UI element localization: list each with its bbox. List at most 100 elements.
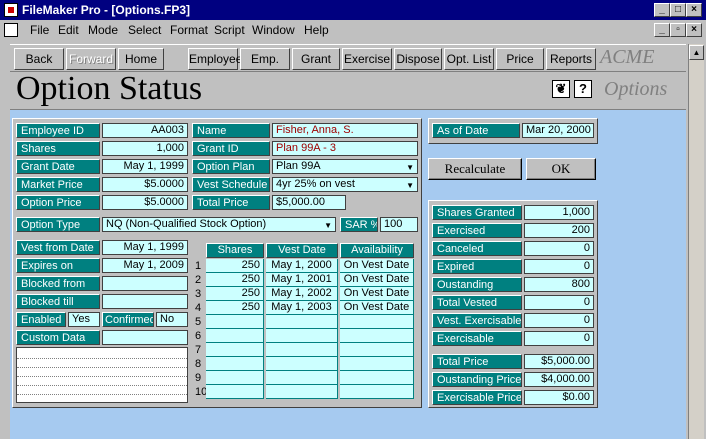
- vest-availability-cell[interactable]: On Vest Date: [340, 273, 414, 287]
- doc-close-icon[interactable]: ×: [686, 23, 702, 37]
- menu-format[interactable]: Format: [170, 20, 208, 40]
- forward-button[interactable]: Forward: [66, 48, 116, 70]
- expires-field[interactable]: May 1, 2009: [102, 258, 188, 273]
- scroll-up-icon[interactable]: ▲: [689, 45, 704, 60]
- menu-window[interactable]: Window: [252, 20, 295, 40]
- expires-label: Expires on: [16, 258, 100, 273]
- vest-shares-cell[interactable]: 250: [206, 301, 264, 315]
- sar-field[interactable]: 100: [380, 217, 418, 232]
- doc-minimize-icon[interactable]: _: [654, 23, 670, 37]
- document-icon[interactable]: [4, 23, 18, 37]
- vertical-scrollbar[interactable]: [688, 44, 704, 439]
- menu-file[interactable]: File: [30, 20, 49, 40]
- vest-date-cell[interactable]: [266, 357, 338, 371]
- employee-button[interactable]: Employee: [188, 48, 242, 70]
- vest-schedule-select[interactable]: 4yr 25% on vest: [272, 177, 418, 192]
- vest-date-cell[interactable]: May 1, 2000: [266, 259, 338, 273]
- reports-button[interactable]: Reports: [546, 48, 596, 70]
- vest-date-cell[interactable]: [266, 343, 338, 357]
- vest-shares-cell[interactable]: 250: [206, 287, 264, 301]
- vest-availability-cell[interactable]: [340, 371, 414, 385]
- price-button[interactable]: Price: [496, 48, 544, 70]
- vest-availability-cell[interactable]: [340, 329, 414, 343]
- exercise-button[interactable]: Exercise: [342, 48, 392, 70]
- menu-script[interactable]: Script: [214, 20, 245, 40]
- stat-value[interactable]: 0: [524, 295, 594, 310]
- price-value[interactable]: $4,000.00: [524, 372, 594, 387]
- home-button[interactable]: Home: [118, 48, 164, 70]
- option-type-select[interactable]: NQ (Non-Qualified Stock Option): [102, 217, 336, 232]
- vest-shares-cell[interactable]: 250: [206, 259, 264, 273]
- recalculate-button[interactable]: Recalculate: [428, 158, 522, 180]
- vest-shares-cell[interactable]: [206, 385, 264, 399]
- back-button[interactable]: Back: [14, 48, 64, 70]
- vest-date-cell[interactable]: [266, 371, 338, 385]
- stat-value[interactable]: 0: [524, 241, 594, 256]
- option-price-field[interactable]: $5.0000: [102, 195, 188, 210]
- vest-date-cell[interactable]: May 1, 2001: [266, 273, 338, 287]
- total-price-field[interactable]: $5,000.00: [272, 195, 346, 210]
- stat-value[interactable]: 0: [524, 259, 594, 274]
- maximize-icon[interactable]: □: [670, 3, 686, 17]
- vest-availability-cell[interactable]: On Vest Date: [340, 259, 414, 273]
- vest-availability-cell[interactable]: [340, 357, 414, 371]
- price-value[interactable]: $0.00: [524, 390, 594, 405]
- dispose-button[interactable]: Dispose: [394, 48, 442, 70]
- vest-shares-cell[interactable]: [206, 371, 264, 385]
- grant-button[interactable]: Grant: [292, 48, 340, 70]
- close-icon[interactable]: ×: [686, 3, 702, 17]
- vest-availability-cell[interactable]: [340, 343, 414, 357]
- menu-help[interactable]: Help: [304, 20, 329, 40]
- custom-data-field[interactable]: [102, 330, 188, 345]
- enabled-field[interactable]: Yes: [68, 312, 100, 327]
- as-of-field[interactable]: Mar 20, 2000: [522, 123, 594, 138]
- filemaker-app-icon[interactable]: [4, 3, 18, 17]
- enabled-label: Enabled: [16, 312, 66, 327]
- stat-value[interactable]: 200: [524, 223, 594, 238]
- employee-id-field[interactable]: AA003: [102, 123, 188, 138]
- book-icon[interactable]: ❦: [552, 80, 570, 98]
- menu-edit[interactable]: Edit: [58, 20, 79, 40]
- vest-shares-cell[interactable]: [206, 315, 264, 329]
- name-field[interactable]: Fisher, Anna, S.: [272, 123, 418, 138]
- stat-value[interactable]: 0: [524, 313, 594, 328]
- blocked-till-field[interactable]: [102, 294, 188, 309]
- emp-list-button[interactable]: Emp. List: [240, 48, 290, 86]
- ok-button[interactable]: OK: [526, 158, 596, 180]
- stat-value[interactable]: 1,000: [524, 205, 594, 220]
- blocked-from-field[interactable]: [102, 276, 188, 291]
- vest-shares-cell[interactable]: 250: [206, 273, 264, 287]
- vest-shares-cell[interactable]: [206, 329, 264, 343]
- option-plan-select[interactable]: Plan 99A: [272, 159, 418, 174]
- row-number: 10: [195, 386, 208, 398]
- vest-availability-cell[interactable]: On Vest Date: [340, 287, 414, 301]
- vest-date-cell[interactable]: [266, 315, 338, 329]
- opt-list-button[interactable]: Opt. List: [444, 48, 494, 70]
- vest-date-cell[interactable]: [266, 329, 338, 343]
- stat-value[interactable]: 800: [524, 277, 594, 292]
- menu-select[interactable]: Select: [128, 20, 161, 40]
- shares-field[interactable]: 1,000: [102, 141, 188, 156]
- help-icon[interactable]: ?: [574, 80, 592, 98]
- row-number: 4: [195, 302, 202, 314]
- menu-mode[interactable]: Mode: [88, 20, 118, 40]
- vest-shares-cell[interactable]: [206, 343, 264, 357]
- vest-date-cell[interactable]: May 1, 2002: [266, 287, 338, 301]
- vest-availability-cell[interactable]: [340, 315, 414, 329]
- market-price-field[interactable]: $5.0000: [102, 177, 188, 192]
- vest-date-cell[interactable]: [266, 385, 338, 399]
- grant-date-field[interactable]: May 1, 1999: [102, 159, 188, 174]
- doc-restore-icon[interactable]: ▫: [670, 23, 686, 37]
- col-vest-date-header: Vest Date: [266, 243, 338, 258]
- grant-id-field[interactable]: Plan 99A - 3: [272, 141, 418, 156]
- price-value[interactable]: $5,000.00: [524, 354, 594, 369]
- notes-area[interactable]: [16, 347, 188, 403]
- confirmed-field[interactable]: No: [156, 312, 188, 327]
- vest-from-field[interactable]: May 1, 1999: [102, 240, 188, 255]
- vest-availability-cell[interactable]: On Vest Date: [340, 301, 414, 315]
- stat-value[interactable]: 0: [524, 331, 594, 346]
- vest-shares-cell[interactable]: [206, 357, 264, 371]
- vest-availability-cell[interactable]: [340, 385, 414, 399]
- minimize-icon[interactable]: _: [654, 3, 670, 17]
- vest-date-cell[interactable]: May 1, 2003: [266, 301, 338, 315]
